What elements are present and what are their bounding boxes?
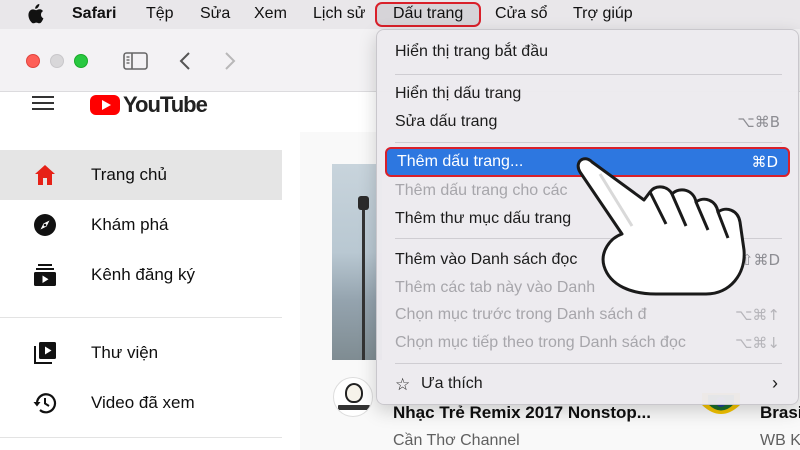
menu-item-label: Thêm dấu trang... bbox=[397, 153, 524, 170]
menu-item-label: Sửa dấu trang bbox=[395, 113, 498, 130]
sidebar-item-label: Khám phá bbox=[91, 215, 169, 234]
sidebar-item-label: Kênh đăng ký bbox=[91, 265, 195, 284]
menu-item-edit-bookmarks[interactable]: Sửa dấu trang ⌥⌘B bbox=[385, 109, 790, 135]
thumbnail-lamp bbox=[358, 196, 369, 210]
avatar-illustration bbox=[345, 383, 363, 403]
apple-icon[interactable] bbox=[26, 4, 44, 24]
close-window-button[interactable] bbox=[26, 54, 40, 68]
youtube-wordmark: YouTube bbox=[123, 92, 208, 117]
sidebar-item-label: Video đã xem bbox=[91, 393, 195, 412]
sidebar-item-history[interactable]: Video đã xem bbox=[0, 378, 282, 428]
video-thumbnail[interactable] bbox=[332, 164, 382, 360]
zoom-window-button[interactable] bbox=[74, 54, 88, 68]
menu-separator bbox=[395, 74, 782, 75]
menu-sua[interactable]: Sửa bbox=[200, 5, 230, 23]
video-channel-right[interactable]: WB K bbox=[760, 432, 800, 450]
menu-item-show-start-page[interactable]: Hiển thị trang bắt đầu bbox=[385, 39, 790, 65]
menu-item-label: Thêm dấu trang cho các bbox=[395, 182, 568, 199]
forward-icon[interactable] bbox=[224, 51, 236, 71]
sidebar-toggle-icon[interactable] bbox=[123, 52, 148, 70]
menu-item-favorites[interactable]: ☆ Ưa thích › bbox=[385, 371, 790, 397]
menu-item-label: Ưa thích bbox=[421, 375, 483, 392]
library-icon bbox=[34, 342, 56, 364]
menu-item-label: Hiển thị trang bắt đầu bbox=[395, 43, 548, 60]
sidebar-item-label: Thư viện bbox=[91, 343, 159, 362]
sidebar-item-home[interactable]: Trang chủ bbox=[0, 150, 282, 200]
history-icon bbox=[33, 393, 57, 414]
menu-item-select-next-reading-list: Chọn mục tiếp theo trong Danh sách đọc ⌥… bbox=[385, 330, 790, 356]
menu-item-shortcut: ⌘D bbox=[751, 153, 778, 171]
sidebar-divider bbox=[0, 437, 282, 438]
menu-item-show-bookmarks[interactable]: Hiển thị dấu trang bbox=[385, 81, 790, 107]
menu-icon[interactable] bbox=[32, 96, 56, 110]
menu-item-select-previous-reading-list: Chọn mục trước trong Danh sách đ ⌥⌘↑ bbox=[385, 302, 790, 328]
menu-dau-trang[interactable]: Dấu trang bbox=[375, 2, 482, 27]
avatar-text-band bbox=[338, 405, 370, 410]
menu-item-label: Thêm vào Danh sách đọc bbox=[395, 251, 578, 268]
menu-separator bbox=[395, 142, 782, 143]
menu-cua-so[interactable]: Cửa sổ bbox=[495, 5, 548, 23]
menu-safari[interactable]: Safari bbox=[72, 5, 116, 23]
subscriptions-icon bbox=[34, 264, 56, 286]
menu-tro-giup[interactable]: Trợ giúp bbox=[573, 5, 633, 23]
thumbnail-lamp-post bbox=[362, 202, 365, 360]
menu-tep[interactable]: Tệp bbox=[146, 5, 174, 23]
sidebar-divider bbox=[0, 317, 282, 318]
sidebar-item-library[interactable]: Thư viện bbox=[0, 328, 282, 378]
compass-icon bbox=[34, 214, 56, 236]
sidebar-item-explore[interactable]: Khám phá bbox=[0, 200, 282, 250]
youtube-logo[interactable]: YouTube bbox=[90, 92, 208, 118]
video-channel[interactable]: Cần Thơ Channel bbox=[393, 432, 520, 450]
menu-xem[interactable]: Xem bbox=[254, 5, 287, 23]
menu-bar: Safari Tệp Sửa Xem Lịch sử Dấu trang Cửa… bbox=[0, 0, 800, 29]
minimize-window-button[interactable] bbox=[50, 54, 64, 68]
pointing-hand-icon bbox=[576, 157, 746, 296]
sidebar-item-label: Trang chủ bbox=[91, 165, 167, 184]
menu-item-label: Thêm các tab này vào Danh bbox=[395, 279, 596, 296]
back-icon[interactable] bbox=[179, 51, 191, 71]
menu-item-label: Thêm thư mục dấu trang bbox=[395, 210, 572, 227]
video-title-right[interactable]: Brasi bbox=[760, 403, 800, 423]
menu-item-label: Chọn mục trước trong Danh sách đ bbox=[395, 306, 647, 323]
sidebar-item-subscriptions[interactable]: Kênh đăng ký bbox=[0, 250, 282, 300]
menu-item-shortcut: ⌥⌘↑ bbox=[735, 306, 780, 324]
menu-item-label: Chọn mục tiếp theo trong Danh sách đọc bbox=[395, 334, 686, 351]
menu-separator bbox=[395, 363, 782, 364]
menu-lich-su[interactable]: Lịch sử bbox=[313, 5, 366, 23]
youtube-sidebar: Trang chủ Khám phá Kênh đăng ký Thư viện bbox=[0, 132, 300, 450]
chevron-right-icon: › bbox=[772, 373, 778, 393]
menu-item-shortcut: ⌥⌘B bbox=[737, 113, 780, 131]
channel-avatar[interactable] bbox=[333, 377, 373, 417]
youtube-play-icon bbox=[90, 95, 120, 115]
home-icon bbox=[35, 165, 55, 185]
star-icon: ☆ bbox=[395, 375, 411, 394]
video-title[interactable]: Nhạc Trẻ Remix 2017 Nonstop... bbox=[393, 403, 651, 423]
menu-item-label: Hiển thị dấu trang bbox=[395, 85, 522, 102]
menu-item-shortcut: ⌥⌘↓ bbox=[735, 334, 780, 352]
